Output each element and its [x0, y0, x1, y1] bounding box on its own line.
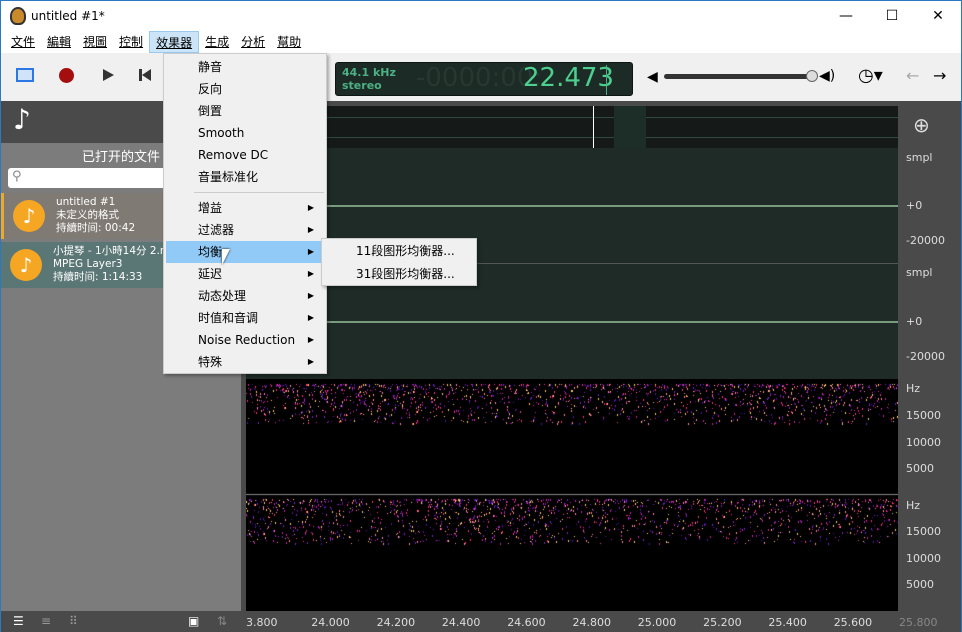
menu-view[interactable]: 視圖 [77, 31, 113, 53]
time-tick-label: 24.800 [572, 616, 612, 629]
time-tick-label: 3.800 [246, 616, 278, 629]
volume-slider-handle[interactable] [806, 70, 818, 82]
clock-icon[interactable]: ◷▾ [858, 65, 883, 86]
menu-item-11-band-eq[interactable]: 11段图形均衡器... [322, 240, 476, 262]
menu-item[interactable]: 过滤器 ▶ [166, 219, 324, 241]
submenu-arrow-icon: ▶ [307, 247, 314, 256]
skip-back-button[interactable] [139, 69, 151, 81]
submenu-arrow-icon: ▶ [307, 269, 314, 278]
mouse-cursor [222, 249, 234, 265]
back-arrow-icon[interactable]: ← [906, 66, 919, 85]
submenu-arrow-icon: ▶ [307, 203, 314, 212]
sidebar-toggle-button[interactable] [16, 68, 34, 82]
maximize-button[interactable]: ☐ [869, 1, 915, 31]
menu-item-31-band-eq[interactable]: 31段图形均衡器... [322, 263, 476, 285]
playhead [593, 106, 594, 148]
menu-item[interactable]: 时值和音调 ▶ [166, 307, 324, 329]
zoom-in-icon[interactable]: ⊕ [913, 113, 930, 137]
menu-item[interactable]: 倒置 [166, 100, 324, 122]
submenu-arrow-icon: ▶ [307, 225, 314, 234]
menu-analyze[interactable]: 分析 [235, 31, 271, 53]
spectrogram-view[interactable] [246, 379, 898, 611]
time-tick-label: 24.000 [311, 616, 350, 629]
menu-item[interactable]: Smooth [166, 122, 324, 144]
minimize-button[interactable]: — [823, 1, 869, 31]
time-tick-label: 24.400 [441, 616, 481, 629]
menu-item[interactable]: 动态处理 ▶ [166, 285, 324, 307]
audio-file-icon: ♪ [13, 200, 45, 232]
menu-control[interactable]: 控制 [113, 31, 149, 53]
window-title: untitled #1* [31, 9, 105, 23]
menu-file[interactable]: 文件 [5, 31, 41, 53]
effects-menu: 静音 反向 倒置 Smooth Remove DC 音量标准化增益 ▶ 过滤器 ▶ 均衡 ▶ 延迟 ▶ 动… [163, 53, 327, 374]
equalizer-submenu: 11段图形均衡器... 31段图形均衡器... [321, 238, 477, 286]
time-tick-label: 25.600 [833, 616, 873, 629]
submenu-arrow-icon: ▶ [307, 335, 314, 344]
time-value: 22.473 [523, 63, 614, 93]
title-bar: untitled #1* — ☐ ✕ [1, 1, 961, 31]
sample-rate: 44.1 kHz [342, 66, 396, 79]
close-button[interactable]: ✕ [915, 1, 961, 31]
time-tick-label: 24.200 [376, 616, 416, 629]
menu-item[interactable]: 均衡 ▶ [166, 241, 324, 263]
time-display: 44.1 kHz stereo -0000:00: 22.473 [335, 62, 633, 96]
list-view-icon[interactable]: ☰ [13, 614, 24, 628]
play-button[interactable] [103, 69, 114, 81]
channel-mode: stereo [342, 79, 382, 92]
amplitude-ruler: smpl +0 -20000 smpl +0 -20000 Hz 15000 10000 50… [898, 148, 961, 611]
menu-item[interactable]: 静音 [166, 56, 324, 78]
submenu-arrow-icon: ▶ [307, 313, 314, 322]
sort-icon[interactable]: ⇅ [217, 614, 227, 628]
menu-item[interactable]: 音量标准化 [166, 166, 324, 188]
volume-high-icon: ◀) [819, 68, 836, 84]
channel-1-waveform [246, 205, 898, 207]
volume-slider[interactable] [664, 74, 814, 79]
view-window[interactable] [614, 106, 646, 148]
time-tick-label: 25.200 [703, 616, 742, 629]
submenu-arrow-icon: ▶ [307, 291, 314, 300]
menu-bar: 文件 編輯 視圖 控制 效果器 生成 分析 幫助 [1, 31, 961, 53]
time-tick-label: 25.800 [899, 616, 938, 629]
time-tick-label: 24.600 [507, 616, 546, 629]
menu-help[interactable]: 幫助 [271, 31, 307, 53]
compact-view-icon[interactable]: ≡ [41, 614, 51, 628]
menu-item[interactable]: 增益 ▶ [166, 197, 324, 219]
time-tick-label: 25.000 [637, 616, 677, 629]
volume-low-icon: ◀ [647, 69, 658, 85]
search-input[interactable]: ⚲ [8, 168, 168, 188]
app-icon [10, 7, 26, 25]
menu-separator [194, 192, 324, 193]
audio-file-icon: ♪ [10, 249, 42, 281]
menu-item[interactable]: 特殊 ▶ [166, 351, 324, 373]
image-icon[interactable]: ▣ [188, 614, 199, 628]
overview-strip[interactable] [246, 106, 898, 148]
search-icon: ⚲ [12, 169, 22, 184]
record-button[interactable] [59, 68, 74, 83]
menu-effects[interactable]: 效果器 [149, 31, 200, 53]
menu-item[interactable]: 反向 [166, 78, 324, 100]
music-note-icon[interactable]: ♪ [13, 103, 31, 136]
grid-view-icon[interactable]: ⠿ [69, 614, 78, 628]
timeline-bar: ☰ ≡ ⠿ ▣ ⇅ 3.800 24.000 24.200 24.400 24.600 2… [1, 611, 961, 632]
channel-2-waveform [246, 321, 898, 323]
menu-generate[interactable]: 生成 [199, 31, 235, 53]
menu-item[interactable]: Noise Reduction ▶ [166, 329, 324, 351]
menu-edit[interactable]: 編輯 [41, 31, 77, 53]
menu-item[interactable]: 延迟 ▶ [166, 263, 324, 285]
time-tick-label: 25.400 [768, 616, 807, 629]
menu-item[interactable]: Remove DC [166, 144, 324, 166]
submenu-arrow-icon: ▶ [307, 357, 314, 366]
forward-arrow-icon[interactable]: → [933, 66, 946, 85]
